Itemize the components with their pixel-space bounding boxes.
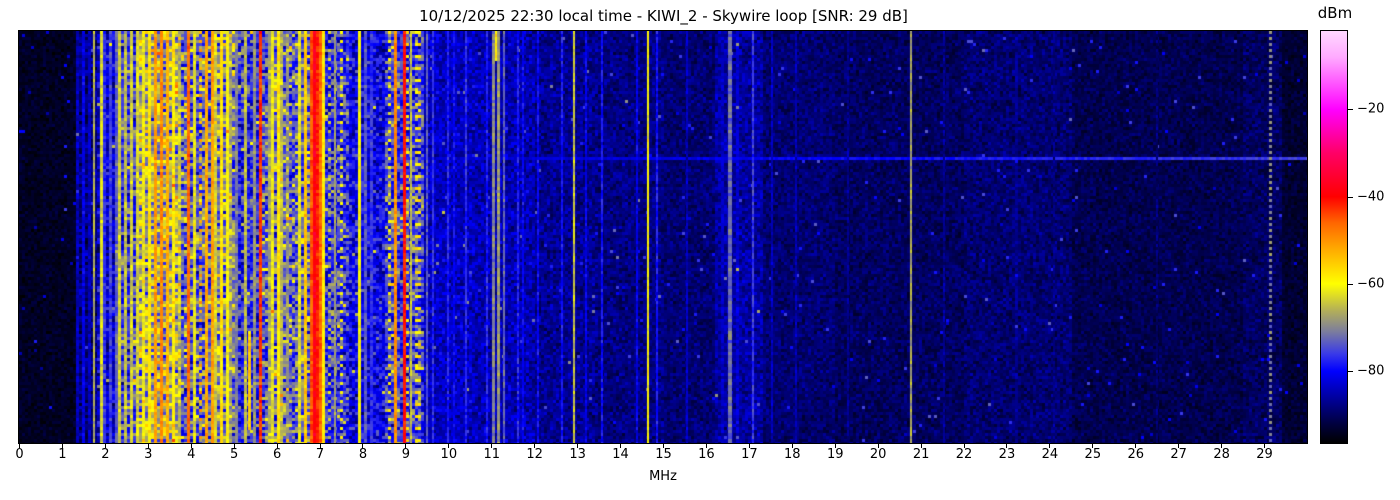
- x-tick-label: 19: [826, 447, 844, 462]
- x-tick-label: 2: [101, 447, 110, 462]
- x-tick-label: 23: [998, 447, 1016, 462]
- x-tick-label: 18: [784, 447, 801, 462]
- x-tick-label: 4: [187, 447, 196, 462]
- x-tick-label: 5: [230, 447, 239, 462]
- x-tick-label: 10: [440, 447, 458, 462]
- x-tick-label: 1: [58, 447, 67, 462]
- x-tick-label: 14: [612, 447, 629, 462]
- x-tick-label: 12: [526, 447, 543, 462]
- colorbar-tick-mark: [1348, 371, 1353, 373]
- colorbar-tick-label: −60: [1357, 276, 1385, 292]
- colorbar-tick-label: −40: [1357, 189, 1385, 205]
- chart-title: 10/12/2025 22:30 local time - KIWI_2 - S…: [419, 7, 908, 25]
- colorbar-tick-label: −20: [1357, 101, 1385, 117]
- x-axis-label: MHz: [649, 469, 677, 484]
- x-tick-label: 27: [1170, 447, 1187, 462]
- x-tick-label: 17: [741, 447, 758, 462]
- x-tick-label: 26: [1127, 447, 1145, 462]
- x-tick-label: 16: [698, 447, 715, 462]
- x-tick-label: 20: [869, 447, 887, 462]
- colorbar-tick-mark: [1348, 283, 1353, 285]
- x-tick-label: 8: [358, 447, 368, 462]
- x-tick-label: 13: [569, 447, 586, 462]
- x-tick-label: 29: [1256, 447, 1273, 462]
- x-tick-label: 6: [272, 447, 282, 462]
- colorbar-gradient: [1321, 31, 1347, 443]
- x-tick-label: 28: [1213, 447, 1230, 462]
- colorbar-tick-mark: [1348, 109, 1353, 111]
- colorbar-tick-label: −80: [1357, 363, 1385, 379]
- x-tick-label: 25: [1084, 447, 1102, 462]
- x-tick-label: 11: [483, 447, 501, 462]
- x-tick-label: 24: [1041, 447, 1059, 462]
- x-tick-label: 3: [144, 447, 153, 462]
- x-tick-label: 7: [315, 447, 325, 462]
- x-tick-label: 22: [955, 447, 973, 462]
- spectrogram-canvas: [19, 31, 1307, 443]
- plot-area: [18, 30, 1308, 444]
- x-tick-label: 9: [401, 447, 411, 462]
- colorbar-tick-mark: [1348, 196, 1353, 198]
- x-tick-label: 0: [15, 447, 24, 462]
- colorbar-title: dBm: [1317, 4, 1353, 22]
- spectrum-figure: 10/12/2025 22:30 local time - KIWI_2 - S…: [0, 0, 1400, 500]
- x-tick-label: 21: [912, 447, 930, 462]
- colorbar: [1320, 30, 1348, 444]
- x-tick-label: 15: [655, 447, 672, 462]
